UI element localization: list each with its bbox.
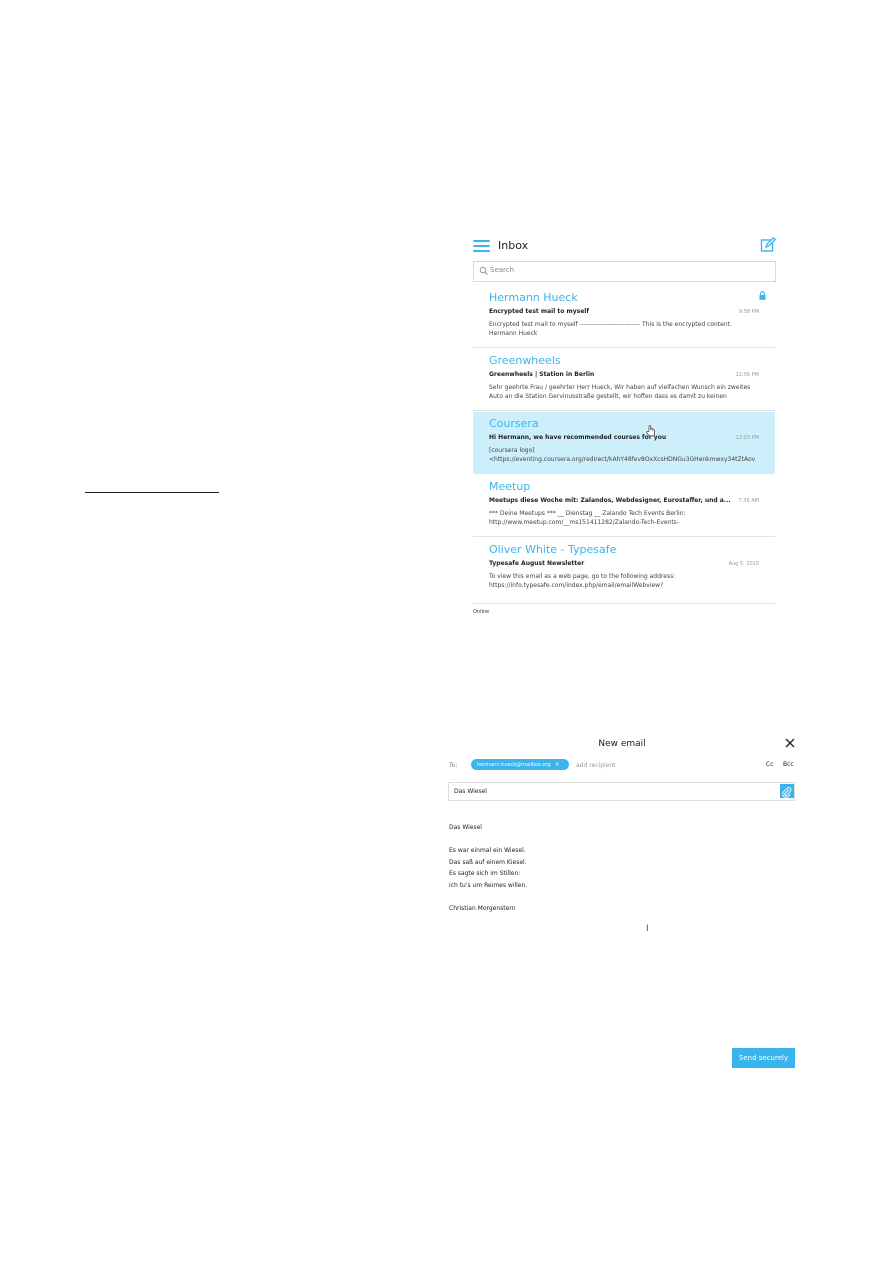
- mail-subject: Encrypted test mail to myself: [489, 308, 589, 315]
- subject-value: Das Wiesel: [454, 788, 487, 795]
- compose-panel: New email To: hermann.hueck@mailbox.org ×…: [446, 734, 798, 1070]
- preview-line: To view this email as a web page, go to …: [489, 573, 676, 580]
- inbox-panel: Inbox Search Hermann Hueck Encrypted tes…: [472, 232, 776, 622]
- preview-line: [coursera logo]: [489, 447, 535, 454]
- menu-icon[interactable]: [473, 240, 490, 253]
- search-input[interactable]: Search: [473, 261, 776, 282]
- mail-item[interactable]: Hermann Hueck Encrypted test mail to mys…: [473, 286, 775, 348]
- recipient-chip[interactable]: hermann.hueck@mailbox.org ×: [471, 759, 569, 770]
- mail-time: 12:56 PM: [735, 372, 759, 378]
- mail-preview: Encrypted test mail to myself ----------…: [489, 320, 775, 338]
- mail-subject: Greenwheels | Station in Berlin: [489, 371, 595, 378]
- to-label: To:: [449, 762, 458, 769]
- mail-sender: Greenwheels: [489, 354, 561, 367]
- body-line: [449, 834, 527, 846]
- body-line: Es sagte sich im Stillen:: [449, 870, 521, 877]
- remove-recipient-icon[interactable]: ×: [555, 761, 560, 768]
- bcc-button[interactable]: Bcc: [783, 761, 794, 768]
- subject-field[interactable]: Das Wiesel: [448, 782, 795, 801]
- mail-preview: [coursera logo] <https://eventing.course…: [489, 446, 775, 464]
- search-icon: [479, 266, 488, 275]
- add-recipient-input[interactable]: add recipient: [576, 762, 616, 769]
- body-line: ich tu's um Reimes willen.: [449, 881, 528, 889]
- lock-icon: [759, 291, 766, 300]
- underline-rule: [85, 492, 219, 493]
- mail-preview: Sehr geehrte Frau / geehrter Herr Hueck,…: [489, 383, 775, 401]
- body-line: Es war einmal ein Wiesel.: [449, 847, 526, 854]
- mail-time: 12:03 PM: [735, 435, 759, 441]
- body-line: Christian Morgenstern: [449, 904, 516, 912]
- mail-subject: Hi Hermann, we have recommended courses …: [489, 434, 667, 441]
- text-cursor-icon: I: [646, 924, 649, 934]
- mail-item-selected[interactable]: Coursera Hi Hermann, we have recommended…: [473, 412, 775, 474]
- recipient-address: hermann.hueck@mailbox.org: [477, 762, 551, 768]
- preview-line: https://info.typesafe.com/index.php/emai…: [489, 582, 664, 589]
- preview-line: <https://eventing.coursera.org/redirect/…: [489, 456, 756, 463]
- mail-sender: Hermann Hueck: [489, 291, 578, 304]
- status-divider: [473, 603, 775, 604]
- paperclip-icon: [782, 787, 792, 798]
- close-icon[interactable]: [785, 738, 795, 748]
- mail-subject: Typesafe August Newsletter: [489, 560, 585, 567]
- compose-icon[interactable]: [760, 237, 776, 253]
- preview-line: http://www.meetup.com/__ms151411282/Zala…: [489, 519, 679, 526]
- body-line: Das Wiesel: [449, 824, 482, 831]
- divider: [473, 410, 775, 411]
- preview-line: Auto an die Station Gervinusstraße geste…: [489, 393, 727, 400]
- message-body[interactable]: Das Wiesel Es war einmal ein Wiesel. Das…: [449, 822, 527, 914]
- mail-time: Aug 5, 2015: [728, 561, 759, 567]
- hand-cursor-icon: [646, 425, 655, 437]
- attach-button[interactable]: [780, 784, 794, 798]
- cc-button[interactable]: Cc: [766, 761, 774, 768]
- mail-preview: *** Deine Meetups *** __ Dienstag __ Zal…: [489, 509, 775, 527]
- mail-preview: To view this email as a web page, go to …: [489, 572, 775, 590]
- mail-sender: Meetup: [489, 480, 531, 493]
- preview-line: Sehr geehrte Frau / geehrter Herr Hueck,…: [489, 384, 751, 391]
- preview-line: *** Deine Meetups *** __ Dienstag __ Zal…: [489, 510, 686, 517]
- mail-item[interactable]: Oliver White - Typesafe Typesafe August …: [473, 538, 775, 600]
- divider: [473, 536, 775, 537]
- preview-line: Encrypted test mail to myself ----------…: [489, 321, 732, 328]
- connection-status: Online: [473, 609, 490, 615]
- body-line: Das saß auf einem Kiesel.: [449, 858, 527, 866]
- send-securely-button[interactable]: Send securely: [732, 1048, 795, 1068]
- mail-sender: Coursera: [489, 417, 539, 430]
- mail-time: 9:58 PM: [738, 309, 759, 315]
- mail-item[interactable]: Meetup Meetups diese Woche mit: Zalandos…: [473, 475, 775, 537]
- mail-item[interactable]: Greenwheels Greenwheels | Station in Ber…: [473, 349, 775, 411]
- mail-sender: Oliver White - Typesafe: [489, 543, 617, 556]
- search-placeholder: Search: [490, 266, 515, 274]
- body-line: [449, 891, 527, 903]
- divider: [473, 347, 775, 348]
- compose-title: New email: [598, 739, 646, 749]
- preview-line: Hermann Hueck: [489, 330, 538, 337]
- mail-subject: Meetups diese Woche mit: Zalandos, Webde…: [489, 497, 731, 504]
- mail-time: 7:36 AM: [738, 498, 759, 504]
- inbox-title: Inbox: [498, 239, 529, 252]
